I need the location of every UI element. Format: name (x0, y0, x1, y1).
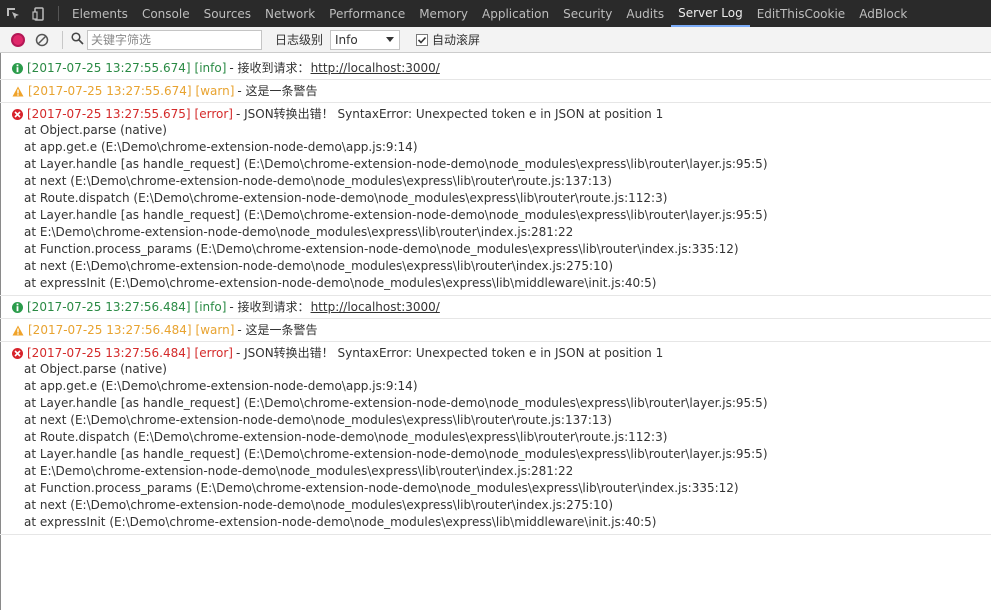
devtools-tab-bar: Elements Console Sources Network Performance… (0, 0, 991, 27)
stack-frame: at app.get.e (E:\Demo\chrome-extension-n… (24, 140, 418, 154)
log-message: - 接收到请求： (229, 61, 310, 75)
log-entry-header: [2017-07-25 13:27:55.674] [warn] - 这是一条警告 (12, 83, 991, 99)
log-timestamp: [2017-07-25 13:27:55.674] (28, 84, 192, 98)
warning-icon (12, 325, 24, 336)
log-entry: [2017-07-25 13:27:55.674] [info] - 接收到请求： h… (0, 57, 991, 80)
log-level-label: 日志级别 (275, 33, 324, 47)
stack-frame: at Function.process_params (E:\Demo\chro… (24, 242, 739, 256)
tab-application[interactable]: Application (475, 0, 556, 27)
log-entry: [2017-07-25 13:27:56.484] [warn] - 这是一条警告 (0, 319, 991, 342)
stack-frame: at Layer.handle [as handle_request] (E:\… (24, 208, 768, 222)
stack-frame: at Layer.handle [as handle_request] (E:\… (24, 447, 768, 461)
log-link[interactable]: http://localhost:3000/ (311, 60, 440, 76)
tab-security[interactable]: Security (556, 0, 619, 27)
stack-frame: at Object.parse (native) (24, 362, 167, 376)
error-icon (12, 108, 23, 120)
stack-frame: at Route.dispatch (E:\Demo\chrome-extens… (24, 430, 668, 444)
autoscroll-label: 自动滚屏 (432, 33, 481, 47)
stack-frame: at next (E:\Demo\chrome-extension-node-d… (24, 413, 612, 427)
log-level-tag: [warn] (195, 84, 235, 98)
stack-frame: at expressInit (E:\Demo\chrome-extension… (24, 276, 657, 290)
stack-frame: at Route.dispatch (E:\Demo\chrome-extens… (24, 191, 668, 205)
tab-memory[interactable]: Memory (412, 0, 475, 27)
tab-bar-separator (58, 6, 59, 21)
inspect-element-icon[interactable] (0, 0, 26, 27)
log-timestamp: [2017-07-25 13:27:55.675] (27, 107, 191, 121)
stack-frame: at E:\Demo\chrome-extension-node-demo\no… (24, 464, 574, 478)
log-entry: [2017-07-25 13:27:56.484] [error] - JSON转换… (0, 342, 991, 535)
device-toolbar-icon[interactable] (26, 0, 52, 27)
log-timestamp: [2017-07-25 13:27:56.484] (27, 346, 191, 360)
chevron-down-icon (386, 37, 395, 42)
stack-frame: at Function.process_params (E:\Demo\chro… (24, 481, 739, 495)
log-link[interactable]: http://localhost:3000/ (311, 299, 440, 315)
keyword-filter-input[interactable] (87, 29, 262, 50)
clear-icon[interactable] (35, 33, 49, 47)
stack-frame: at Object.parse (native) (24, 123, 167, 137)
tab-audits[interactable]: Audits (619, 0, 671, 27)
log-entry-header: [2017-07-25 13:27:55.675] [error] - JSON转换… (12, 106, 991, 122)
tab-performance[interactable]: Performance (322, 0, 412, 27)
log-timestamp: [2017-07-25 13:27:55.674] (27, 61, 191, 75)
tab-console[interactable]: Console (135, 0, 197, 27)
log-level-tag: [info] (194, 61, 227, 75)
log-list: [2017-07-25 13:27:55.674] [info] - 接收到请求： h… (0, 57, 991, 535)
log-level-value: Info (335, 32, 358, 47)
stack-frame: at next (E:\Demo\chrome-extension-node-d… (24, 259, 614, 273)
log-message: - 这是一条警告 (237, 323, 318, 337)
log-message: - JSON转换出错！ SyntaxError: Unexpected toke… (235, 107, 664, 121)
stack-frame: at Layer.handle [as handle_request] (E:\… (24, 396, 768, 410)
log-entry-header: [2017-07-25 13:27:55.674] [info] - 接收到请求： h… (12, 60, 991, 76)
log-message: - JSON转换出错！ SyntaxError: Unexpected toke… (235, 346, 664, 360)
log-level-tag: [error] (194, 346, 233, 360)
warning-icon (12, 86, 24, 97)
filter-toolbar: 日志级别 Info 自动滚屏 (0, 27, 991, 53)
tab-list: Elements Console Sources Network Performance… (65, 0, 914, 27)
tab-sources[interactable]: Sources (197, 0, 258, 27)
log-level-select[interactable]: Info (330, 29, 401, 50)
autoscroll-toggle[interactable]: 自动滚屏 (416, 31, 480, 48)
stack-frame: at expressInit (E:\Demo\chrome-extension… (24, 515, 657, 529)
log-entry-header: [2017-07-25 13:27:56.484] [info] - 接收到请求： h… (12, 299, 991, 315)
tab-server-log[interactable]: Server Log (671, 0, 750, 27)
stack-frame: at E:\Demo\chrome-extension-node-demo\no… (24, 225, 574, 239)
stack-frame: at next (E:\Demo\chrome-extension-node-d… (24, 174, 612, 188)
log-level-tag: [error] (194, 107, 233, 121)
log-message: - 这是一条警告 (237, 84, 318, 98)
tab-adblock[interactable]: AdBlock (852, 0, 914, 27)
log-entry: [2017-07-25 13:27:55.675] [error] - JSON转换… (0, 103, 991, 296)
log-timestamp: [2017-07-25 13:27:56.484] (27, 300, 191, 314)
record-button[interactable] (11, 32, 25, 47)
log-entry-header: [2017-07-25 13:27:56.484] [error] - JSON转换… (12, 345, 991, 361)
filter-search (71, 29, 262, 50)
stack-frame: at next (E:\Demo\chrome-extension-node-d… (24, 498, 614, 512)
stack-frame: at Layer.handle [as handle_request] (E:\… (24, 157, 768, 171)
stack-trace: at Object.parse (native) at app.get.e (E:… (12, 122, 991, 292)
log-message: - 接收到请求： (229, 300, 310, 314)
log-entry: [2017-07-25 13:27:55.674] [warn] - 这是一条警告 (0, 80, 991, 103)
tab-editthiscookie[interactable]: EditThisCookie (750, 0, 853, 27)
log-level-tag: [warn] (195, 323, 235, 337)
autoscroll-checkbox[interactable] (416, 33, 429, 46)
log-level-tag: [info] (194, 300, 227, 314)
checkmark-icon (417, 36, 427, 44)
stack-trace: at Object.parse (native) at app.get.e (E:… (12, 361, 991, 531)
log-entry-header: [2017-07-25 13:27:56.484] [warn] - 这是一条警告 (12, 322, 991, 338)
log-timestamp: [2017-07-25 13:27:56.484] (28, 323, 192, 337)
toolbar-separator (62, 30, 63, 49)
info-icon (12, 301, 23, 313)
stack-frame: at app.get.e (E:\Demo\chrome-extension-n… (24, 379, 418, 393)
tab-elements[interactable]: Elements (65, 0, 135, 27)
info-icon (12, 62, 23, 74)
tab-network[interactable]: Network (258, 0, 322, 27)
error-icon (12, 347, 23, 359)
search-icon (71, 31, 84, 48)
log-entry: [2017-07-25 13:27:56.484] [info] - 接收到请求： h… (0, 296, 991, 319)
